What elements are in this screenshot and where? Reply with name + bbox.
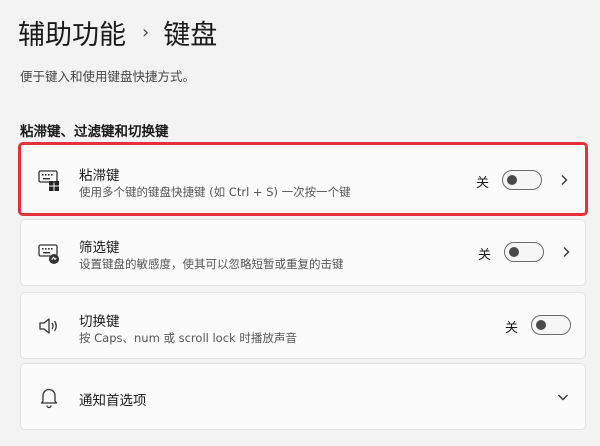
sticky-keys-title: 粘滞键 (79, 168, 120, 184)
sticky-keys-state-label: 关 (476, 176, 490, 191)
filter-keys-toggle[interactable] (504, 242, 544, 262)
section-title: 粘滞键、过滤键和切换键 (20, 124, 169, 140)
toggle-keys-card: 切换键 按 Caps、num 或 scroll lock 时播放声音 关 (20, 292, 586, 359)
toggle-knob (509, 247, 519, 257)
toggle-knob (507, 175, 517, 185)
chevron-right-icon[interactable] (558, 244, 574, 260)
filter-keys-title: 筛选键 (79, 240, 120, 256)
notification-preferences-card[interactable]: 通知首选项 (20, 363, 586, 430)
speaker-icon (37, 314, 61, 338)
sticky-keys-subtitle: 使用多个键的键盘快捷键 (如 Ctrl + S) 一次按一个键 (79, 185, 351, 199)
chevron-down-icon[interactable] (555, 389, 571, 405)
bell-icon (37, 385, 61, 409)
filter-keys-card[interactable]: 筛选键 设置键盘的敏感度，使其可以忽略短暂或重复的击键 关 (20, 219, 586, 286)
toggle-keys-toggle[interactable] (531, 315, 571, 335)
breadcrumb-parent[interactable]: 辅助功能 (18, 13, 126, 52)
page-title: 键盘 (163, 19, 218, 51)
toggle-knob (536, 320, 546, 330)
sticky-keys-toggle[interactable] (502, 170, 542, 190)
sticky-keys-card[interactable]: 粘滞键 使用多个键的键盘快捷键 (如 Ctrl + S) 一次按一个键 关 (18, 142, 588, 216)
filter-keys-subtitle: 设置键盘的敏感度，使其可以忽略短暂或重复的击键 (79, 257, 344, 271)
breadcrumb-separator-icon: › (142, 21, 150, 43)
toggle-keys-subtitle: 按 Caps、num 或 scroll lock 时播放声音 (79, 331, 297, 345)
filter-keys-icon (37, 241, 61, 265)
breadcrumb: 辅助功能 › 键盘 (18, 12, 217, 52)
chevron-right-icon[interactable] (556, 172, 572, 188)
toggle-keys-state-label: 关 (505, 321, 519, 336)
notification-preferences-title: 通知首选项 (79, 393, 147, 409)
sticky-keys-icon (37, 167, 61, 191)
filter-keys-state-label: 关 (478, 248, 492, 263)
page-description: 便于键入和使用键盘快捷方式。 (20, 69, 196, 84)
toggle-keys-title: 切换键 (79, 314, 120, 330)
